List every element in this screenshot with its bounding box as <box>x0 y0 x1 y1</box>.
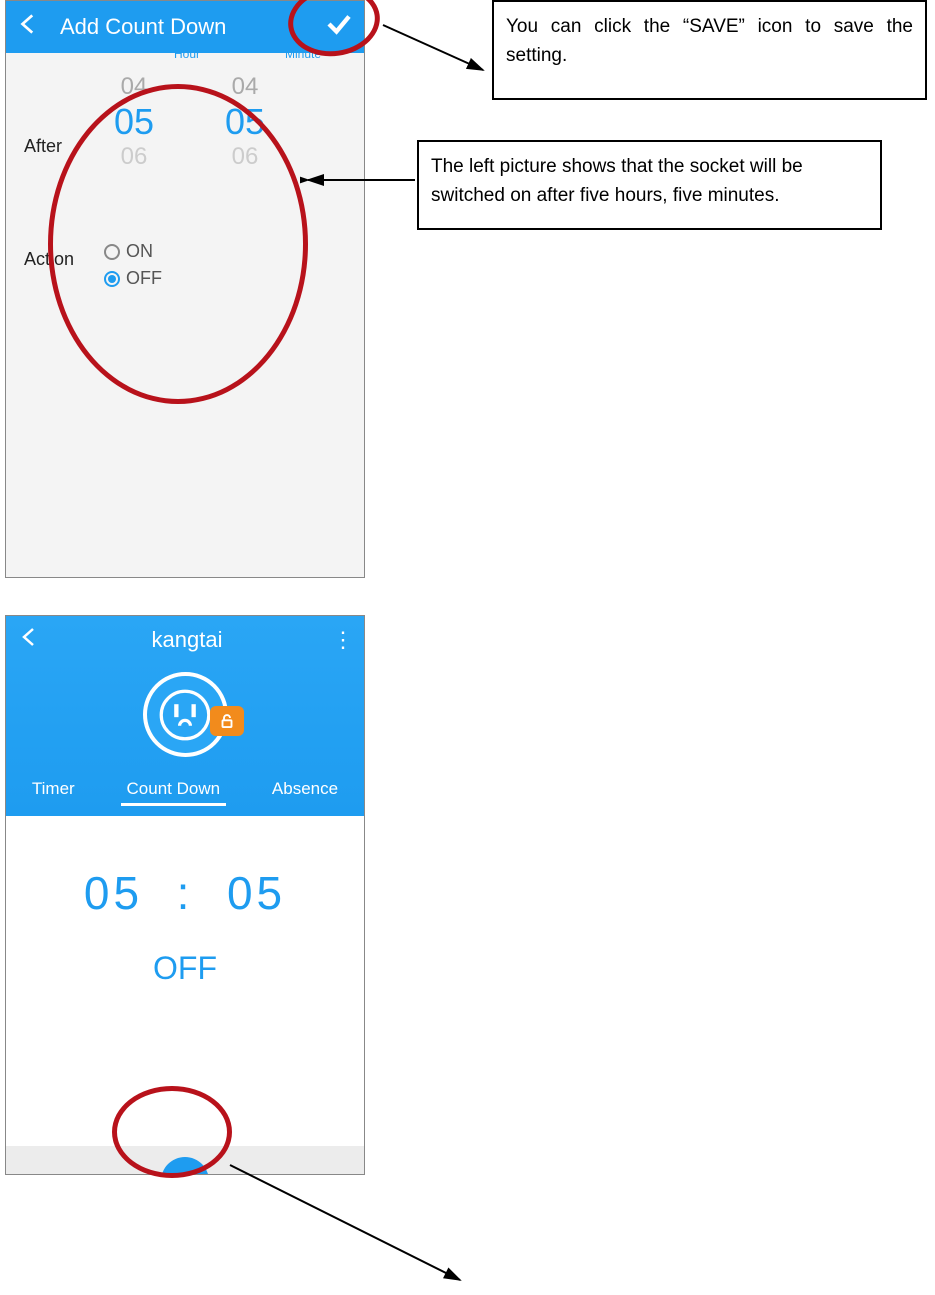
back-arrow-icon[interactable] <box>18 625 42 655</box>
unlock-badge-icon[interactable] <box>210 706 244 736</box>
minute-unit: Minute <box>285 47 321 61</box>
minute-selected: 05 <box>205 101 285 143</box>
trash-icon <box>174 1170 196 1175</box>
radio-off[interactable]: OFF <box>104 268 162 289</box>
radio-off-label: OFF <box>126 268 162 289</box>
radio-on-label: ON <box>126 241 153 262</box>
arrow-to-callout1 <box>378 20 498 90</box>
tab-timer[interactable]: Timer <box>26 775 81 806</box>
top-area: kangtai ⋮ Timer Count Down Absence <box>6 616 364 816</box>
app-header: Add Count Down <box>6 1 364 53</box>
callout-socket: The left picture shows that the socket w… <box>417 140 882 230</box>
minute-below: 06 <box>205 143 285 171</box>
countdown-state: OFF <box>6 950 364 987</box>
radio-icon <box>104 271 120 287</box>
cd-hour: 05 <box>84 867 143 919</box>
app-header: kangtai ⋮ <box>6 616 364 664</box>
arrow-to-callout2b <box>300 160 425 190</box>
save-check-icon[interactable] <box>324 9 354 45</box>
phone-screenshot-countdown-view: kangtai ⋮ Timer Count Down Absence 05 : … <box>5 615 365 1175</box>
device-title: kangtai <box>42 627 332 653</box>
time-pickers[interactable]: 04 05 06 Hour 04 05 06 Minute <box>94 73 321 171</box>
minute-above: 04 <box>205 73 285 101</box>
countdown-display: 05 : 05 OFF <box>6 816 364 1146</box>
hour-picker[interactable]: 04 05 06 <box>94 73 174 171</box>
phone-screenshot-add-countdown: Add Count Down After 04 05 06 Hour 04 <box>5 0 365 578</box>
hour-unit: Hour <box>174 47 200 61</box>
socket-device-icon[interactable] <box>143 672 228 757</box>
after-label: After <box>24 136 94 157</box>
action-radio-group: ON OFF <box>104 241 162 289</box>
action-label: Action <box>24 249 104 270</box>
callout-save: You can click the “SAVE” icon to save th… <box>492 0 927 100</box>
radio-on[interactable]: ON <box>104 241 162 262</box>
action-row: Action ON OFF <box>6 201 364 289</box>
radio-icon <box>104 244 120 260</box>
countdown-form: After 04 05 06 Hour 04 05 06 M <box>6 53 364 577</box>
arrow-from-delete <box>220 1160 480 1290</box>
more-menu-icon[interactable]: ⋮ <box>332 627 352 653</box>
hour-below: 06 <box>94 143 174 171</box>
back-arrow-icon[interactable] <box>16 11 42 43</box>
delete-button[interactable] <box>161 1157 209 1175</box>
minute-picker[interactable]: 04 05 06 <box>205 73 285 171</box>
hour-above: 04 <box>94 73 174 101</box>
tab-countdown[interactable]: Count Down <box>121 775 227 806</box>
cd-sep: : <box>177 867 194 919</box>
hour-selected: 05 <box>94 101 174 143</box>
cd-min: 05 <box>227 867 286 919</box>
page-title: Add Count Down <box>60 14 324 40</box>
countdown-time: 05 : 05 <box>6 816 364 920</box>
tab-absence[interactable]: Absence <box>266 775 344 806</box>
plug-icon <box>158 688 212 742</box>
tab-bar: Timer Count Down Absence <box>6 767 364 816</box>
